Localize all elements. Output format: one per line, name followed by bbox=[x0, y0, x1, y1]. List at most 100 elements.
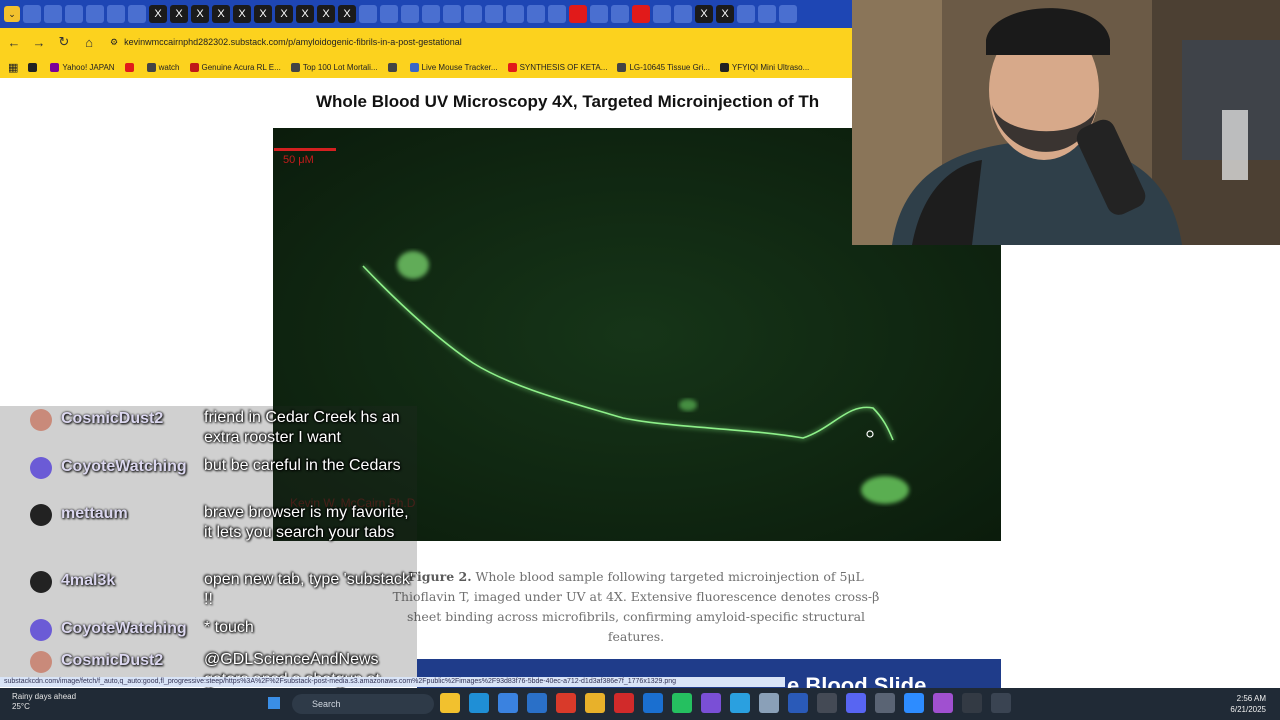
browser-tab-x-icon[interactable]: X bbox=[254, 5, 272, 23]
system-clock[interactable]: 2:56 AM 6/21/2025 bbox=[1220, 693, 1266, 715]
scale-bar bbox=[274, 148, 336, 151]
file-explorer-icon[interactable] bbox=[440, 693, 460, 713]
bookmark-label: YFYIQI Mini Ultraso... bbox=[731, 62, 810, 72]
bookmark-label: watch bbox=[158, 62, 180, 72]
browser-tab-strip: ⌄ X X X X X X X X X X X X bbox=[0, 0, 852, 28]
start-button[interactable] bbox=[268, 697, 280, 709]
discord-icon[interactable] bbox=[846, 693, 866, 713]
bookmark-item[interactable]: YFYIQI Mini Ultraso... bbox=[719, 62, 810, 72]
apps-grid-icon[interactable]: ▦ bbox=[8, 61, 18, 74]
bookmark-item[interactable]: Genuine Acura RL E... bbox=[189, 62, 281, 72]
bookmark-item[interactable]: SYNTHESIS OF KETA... bbox=[507, 62, 607, 72]
weather-title: Rainy days ahead bbox=[12, 692, 77, 701]
browser-tab-youtube-icon[interactable] bbox=[569, 5, 587, 23]
next-slide-heading: e Blood Slide bbox=[787, 673, 927, 689]
app-icon[interactable] bbox=[527, 693, 547, 713]
4k-icon[interactable] bbox=[817, 693, 837, 713]
bookmark-favicon-icon bbox=[507, 62, 517, 72]
address-bar-row: ← → ↻ ⌂ ⚙ kevinwmccairnphd282302.substac… bbox=[0, 28, 852, 56]
browser-tab[interactable] bbox=[44, 5, 62, 23]
store-icon[interactable] bbox=[498, 693, 518, 713]
url-field[interactable]: ⚙ kevinwmccairnphd282302.substack.com/p/… bbox=[110, 31, 852, 53]
browser-tab[interactable] bbox=[443, 5, 461, 23]
bookmark-favicon-icon bbox=[719, 62, 729, 72]
browser-tab[interactable] bbox=[485, 5, 503, 23]
browser-tab-x-icon[interactable]: X bbox=[233, 5, 251, 23]
browser-tab[interactable] bbox=[128, 5, 146, 23]
viber-icon[interactable] bbox=[701, 693, 721, 713]
back-arrow-icon[interactable]: ← bbox=[3, 31, 25, 53]
outlook-icon[interactable] bbox=[643, 693, 663, 713]
chrome-icon[interactable] bbox=[585, 693, 605, 713]
browser-tab[interactable] bbox=[464, 5, 482, 23]
browser-tab[interactable] bbox=[653, 5, 671, 23]
bookmark-item[interactable] bbox=[387, 62, 400, 72]
bookmark-label: Genuine Acura RL E... bbox=[201, 62, 281, 72]
settings-icon[interactable] bbox=[875, 693, 895, 713]
reload-icon[interactable]: ↻ bbox=[53, 31, 75, 53]
browser-tab[interactable] bbox=[380, 5, 398, 23]
browser-tab-x-icon[interactable]: X bbox=[317, 5, 335, 23]
home-icon[interactable]: ⌂ bbox=[78, 31, 100, 53]
browser-tab[interactable] bbox=[527, 5, 545, 23]
browser-tab-x-icon[interactable]: X bbox=[212, 5, 230, 23]
browser-tab-x-icon[interactable]: X bbox=[170, 5, 188, 23]
browser-tab-x-icon[interactable]: X bbox=[296, 5, 314, 23]
browser-tab[interactable] bbox=[23, 5, 41, 23]
forward-arrow-icon[interactable]: → bbox=[28, 31, 50, 53]
edge-icon[interactable] bbox=[469, 693, 489, 713]
browser-tab[interactable] bbox=[506, 5, 524, 23]
red-app-icon[interactable] bbox=[556, 693, 576, 713]
browser-tab-x-icon[interactable]: X bbox=[191, 5, 209, 23]
site-info-icon[interactable]: ⚙ bbox=[110, 37, 118, 48]
bookmark-favicon-icon bbox=[146, 62, 156, 72]
browser-tab[interactable] bbox=[779, 5, 797, 23]
window-icon[interactable] bbox=[991, 693, 1011, 713]
bookmark-item[interactable]: Yahoo! JAPAN bbox=[50, 62, 115, 72]
chat-message: 4mal3k open new tab, type 'substack' !! bbox=[30, 570, 413, 608]
telegram-icon[interactable] bbox=[730, 693, 750, 713]
browser-tab-active[interactable] bbox=[632, 5, 650, 23]
bookmark-item[interactable]: Live Mouse Tracker... bbox=[409, 62, 498, 72]
browser-tab[interactable] bbox=[737, 5, 755, 23]
browser-tab[interactable] bbox=[359, 5, 377, 23]
word-icon[interactable] bbox=[788, 693, 808, 713]
browser-tab[interactable] bbox=[758, 5, 776, 23]
browser-tab-x-icon[interactable]: X bbox=[149, 5, 167, 23]
terminal-icon[interactable] bbox=[962, 693, 982, 713]
chat-username: 4mal3k bbox=[61, 572, 116, 589]
browser-tab-x-icon[interactable]: X bbox=[716, 5, 734, 23]
whatsapp-icon[interactable] bbox=[672, 693, 692, 713]
browser-tab[interactable] bbox=[590, 5, 608, 23]
browser-tab[interactable] bbox=[65, 5, 83, 23]
browser-tab[interactable] bbox=[611, 5, 629, 23]
slide-title: Whole Blood UV Microscopy 4X, Targeted M… bbox=[316, 92, 820, 111]
browser-tab-x-icon[interactable]: X bbox=[695, 5, 713, 23]
browser-tab[interactable] bbox=[86, 5, 104, 23]
weather-widget[interactable]: Rainy days ahead 25°C bbox=[12, 692, 76, 712]
browser-tab[interactable] bbox=[422, 5, 440, 23]
zoom-icon[interactable] bbox=[904, 693, 924, 713]
chat-text: brave browser is my favorite, it lets yo… bbox=[204, 504, 409, 541]
browser-tab[interactable] bbox=[401, 5, 419, 23]
bookmark-item[interactable]: Top 100 Lot Mortali... bbox=[290, 62, 378, 72]
bookmark-item[interactable]: watch bbox=[146, 62, 180, 72]
bookmark-item[interactable] bbox=[124, 62, 137, 72]
app-purple-icon[interactable] bbox=[933, 693, 953, 713]
browser-tab[interactable] bbox=[548, 5, 566, 23]
photos-icon[interactable] bbox=[759, 693, 779, 713]
browser-tab[interactable] bbox=[674, 5, 692, 23]
bookmark-item[interactable]: LG-10645 Tissue Gri... bbox=[617, 62, 710, 72]
chat-username: mettaum bbox=[61, 505, 128, 522]
bookmark-item[interactable] bbox=[28, 62, 40, 72]
bookmark-favicon-icon bbox=[189, 62, 199, 72]
acrobat-icon[interactable] bbox=[614, 693, 634, 713]
bookmark-favicon-icon bbox=[124, 62, 134, 72]
chat-avatar bbox=[30, 651, 52, 673]
figure-caption: Figure 2. Whole blood sample following t… bbox=[380, 567, 892, 647]
browser-tab-x-icon[interactable]: X bbox=[275, 5, 293, 23]
browser-tab[interactable] bbox=[107, 5, 125, 23]
tab-search-menu-icon[interactable]: ⌄ bbox=[4, 6, 20, 22]
taskbar-search[interactable]: Search bbox=[292, 694, 434, 714]
browser-tab-x-icon[interactable]: X bbox=[338, 5, 356, 23]
